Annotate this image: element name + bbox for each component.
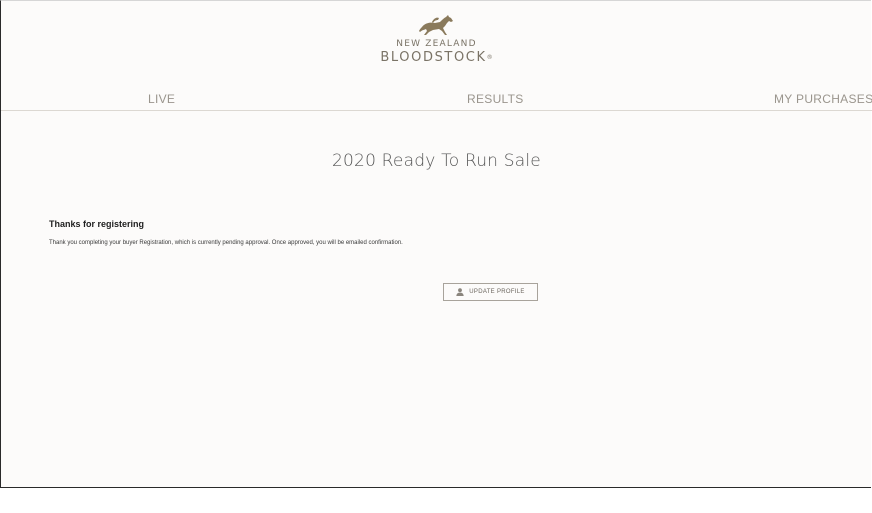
brand-line-2: BLOODSTOCK® bbox=[380, 50, 492, 65]
nav-results[interactable]: RESULTS bbox=[467, 92, 524, 106]
update-profile-label: UPDATE PROFILE bbox=[469, 289, 525, 295]
nav-my-purchases[interactable]: MY PURCHASES bbox=[774, 92, 872, 106]
nav-live[interactable]: LIVE bbox=[148, 92, 175, 106]
brand-line-1: NEW ZEALAND bbox=[396, 39, 477, 49]
header: NEW ZEALAND BLOODSTOCK® bbox=[1, 1, 872, 87]
main-nav: LIVE RESULTS MY PURCHASES bbox=[1, 91, 872, 111]
brand-logo[interactable]: NEW ZEALAND BLOODSTOCK® bbox=[1, 13, 872, 65]
message-heading: Thanks for registering bbox=[49, 219, 145, 229]
trademark-symbol: ® bbox=[486, 54, 493, 61]
app-frame: NEW ZEALAND BLOODSTOCK® LIVE RESULTS MY … bbox=[0, 0, 872, 488]
user-icon bbox=[456, 288, 464, 296]
galloping-horse-icon bbox=[418, 15, 453, 35]
page-title: 2020 Ready To Run Sale bbox=[332, 151, 541, 171]
message-body: Thank you completing your buyer Registra… bbox=[49, 240, 403, 246]
update-profile-button[interactable]: UPDATE PROFILE bbox=[443, 283, 538, 301]
brand-name: BLOODSTOCK bbox=[380, 50, 487, 65]
